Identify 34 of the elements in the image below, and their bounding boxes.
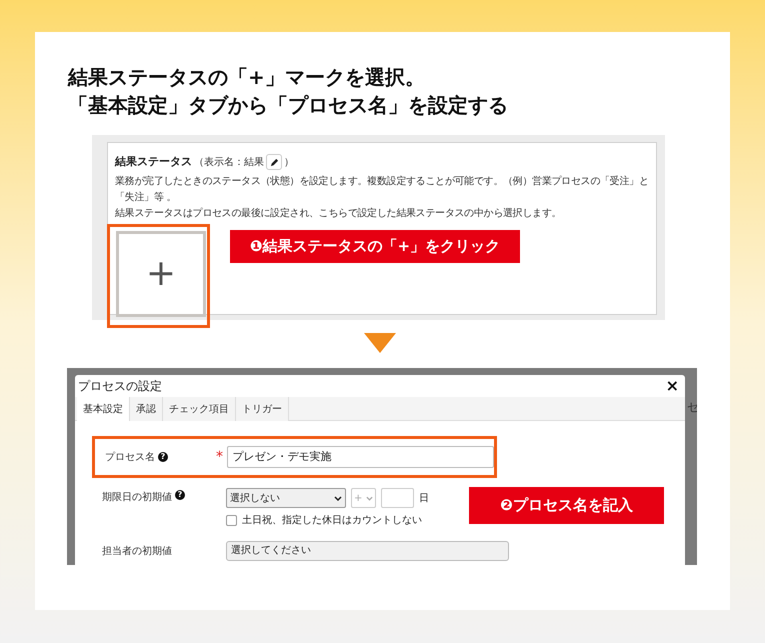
help-icon[interactable]: ? <box>175 490 185 500</box>
field-label: プロセス名 <box>105 450 155 464</box>
required-mark: * <box>214 448 224 466</box>
callout-label: ❷プロセス名を記入 <box>469 487 664 524</box>
heading-text: 結果ステータスの「+」マークを選択。 <box>68 64 426 90</box>
tab[interactable]: 承認 <box>130 397 163 421</box>
select-dropdown[interactable]: 選択しない <box>226 488 346 508</box>
heading-text: 「基本設定」タブから「プロセス名」を設定する <box>68 92 508 118</box>
chevron-icon <box>366 496 373 500</box>
days-field[interactable] <box>381 488 414 508</box>
close-button[interactable]: × <box>662 378 682 394</box>
text-field[interactable]: プレゼン・デモ実施 <box>227 446 494 468</box>
tab[interactable]: 基本設定 <box>77 397 130 421</box>
display-name-label: （表示名：結果 <box>194 156 264 170</box>
help-icon[interactable]: ? <box>158 452 168 462</box>
chevron-icon <box>334 496 342 500</box>
checkbox[interactable] <box>226 515 237 526</box>
description-text: 業務が完了したときのステータス（状態）を設定します。複数設定することが可能です。（例）営業プロセスの「受注」と「失注」等 。 <box>115 174 650 205</box>
pencil-icon <box>270 158 278 166</box>
tab[interactable]: トリガー <box>236 397 289 421</box>
paren-text: ） <box>284 156 294 170</box>
checkbox-label: 土日祝、指定した休日はカウントしない <box>242 514 422 528</box>
tab[interactable]: チェック項目 <box>163 397 236 421</box>
description-text: 結果ステータスはプロセスの最後に設定され、こちらで設定した結果ステータスの中から選択します。 <box>115 206 562 221</box>
field-label: 担当者の初期値 <box>102 544 172 558</box>
add-button[interactable]: + <box>116 231 206 317</box>
field-label: 期限日の初期値 <box>102 490 172 505</box>
dialog-title: プロセスの設定 <box>78 378 162 395</box>
down-arrow-icon <box>364 333 396 353</box>
picker-field[interactable]: 選択してください <box>226 541 509 561</box>
unit-label: 日 <box>419 492 429 506</box>
edit-button[interactable] <box>266 154 282 170</box>
section-title: 結果ステータス <box>115 154 192 170</box>
callout-label: ❶結果ステータスの「+」をクリック <box>230 230 520 263</box>
